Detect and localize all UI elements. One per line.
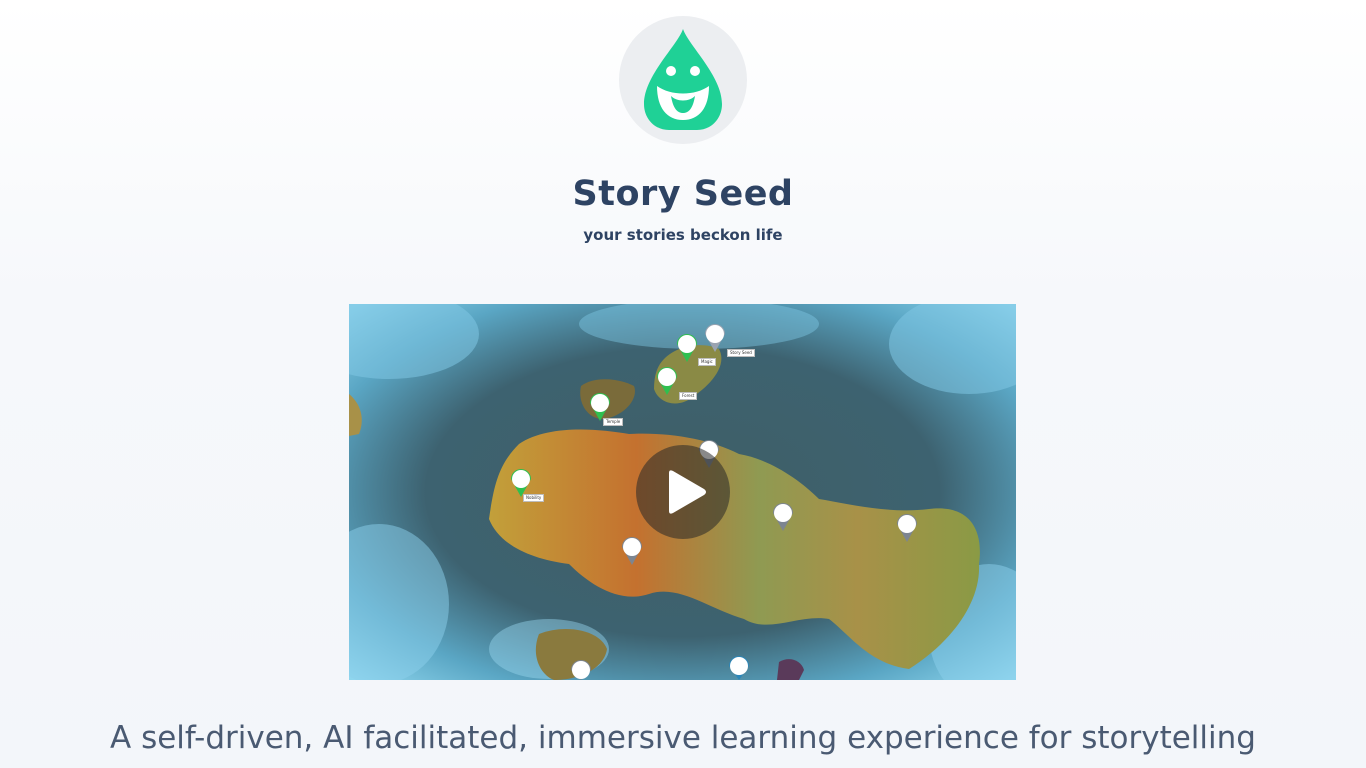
story-seed-logo (619, 16, 747, 144)
map-label-magic: Magic (698, 358, 716, 366)
intro-headline: A self-driven, AI facilitated, immersive… (110, 720, 1256, 756)
page-title: Story Seed (572, 174, 794, 214)
map-label-story-seed: Story Seed (727, 349, 755, 357)
tagline: your stories beckon life (583, 226, 783, 244)
landing-page: Story Seed your stories beckon life Stor… (0, 0, 1366, 768)
map-label-forest: Forest (679, 392, 698, 400)
seed-mascot-icon (644, 29, 722, 130)
play-icon (669, 470, 706, 514)
map-label-nobility: Nobility (523, 494, 545, 502)
video-player[interactable]: Story Seed Magic Forest Temple Nobility (349, 304, 1016, 680)
map-label-temple: Temple (603, 418, 624, 426)
play-button[interactable] (636, 445, 730, 539)
